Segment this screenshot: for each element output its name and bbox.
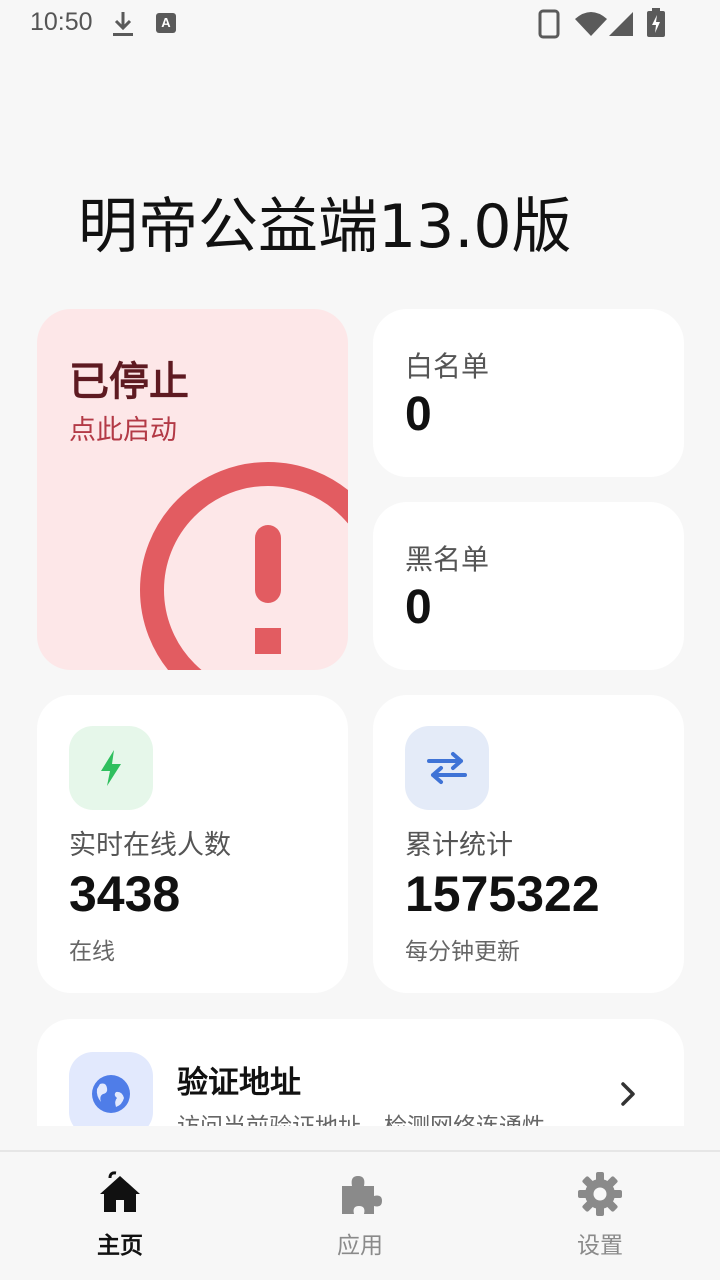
nav-settings-label: 设置 xyxy=(577,1233,623,1259)
status-bar: 10:50 A xyxy=(0,0,720,48)
whitelist-card[interactable]: 白名单 0 xyxy=(373,309,684,477)
status-card[interactable]: 已停止 点此启动 xyxy=(37,309,348,670)
blacklist-card[interactable]: 黑名单 0 xyxy=(373,502,684,670)
phone-icon xyxy=(538,9,560,39)
blacklist-label: 黑名单 xyxy=(405,543,490,576)
signal-icon xyxy=(609,12,633,36)
online-value: 3438 xyxy=(69,866,181,922)
online-icon-box xyxy=(69,726,153,810)
wifi-icon xyxy=(575,12,607,36)
home-icon xyxy=(100,1171,140,1212)
total-icon-box xyxy=(405,726,489,810)
page-title: 明帝公益端13.0版 xyxy=(78,192,572,262)
online-sub: 在线 xyxy=(69,939,115,965)
screen: 10:50 A 明帝公益端13.0版 已停止 点此启动 白名单 0 黑名单 0 … xyxy=(0,0,720,1280)
status-time: 10:50 xyxy=(30,8,93,36)
blacklist-count: 0 xyxy=(405,581,432,634)
total-value: 1575322 xyxy=(405,866,600,922)
battery-charging-icon xyxy=(647,8,665,37)
total-stat-card: 累计统计 1575322 每分钟更新 xyxy=(373,695,684,993)
nav-home[interactable]: 主页 xyxy=(0,1152,240,1280)
nav-home-label: 主页 xyxy=(97,1233,143,1259)
whitelist-label: 白名单 xyxy=(405,350,490,383)
status-title: 已停止 xyxy=(69,359,189,405)
swap-arrows-icon xyxy=(427,752,467,784)
globe-icon xyxy=(92,1075,130,1113)
total-sub: 每分钟更新 xyxy=(405,939,520,965)
verify-title: 验证地址 xyxy=(177,1065,301,1101)
a-notification-icon: A xyxy=(156,13,176,33)
nav-settings[interactable]: 设置 xyxy=(480,1152,720,1280)
online-stat-card: 实时在线人数 3438 在线 xyxy=(37,695,348,993)
nav-apps[interactable]: 应用 xyxy=(240,1152,480,1280)
status-start-hint: 点此启动 xyxy=(69,415,177,446)
puzzle-icon xyxy=(342,1176,382,1214)
download-icon xyxy=(113,12,133,36)
verify-description: 访问当前验证地址，检测网络连通性 xyxy=(177,1107,545,1126)
verify-icon-box xyxy=(69,1052,153,1126)
nav-apps-label: 应用 xyxy=(337,1233,383,1259)
online-label: 实时在线人数 xyxy=(69,830,231,861)
scroll-clip: 验证地址 访问当前验证地址，检测网络连通性 xyxy=(0,1000,720,1126)
whitelist-count: 0 xyxy=(405,388,432,441)
chevron-right-icon xyxy=(621,1082,635,1106)
bottom-nav: 主页 应用 设置 xyxy=(0,1150,720,1280)
total-label: 累计统计 xyxy=(405,830,513,861)
verify-card[interactable]: 验证地址 访问当前验证地址，检测网络连通性 xyxy=(37,1019,684,1126)
lightning-icon xyxy=(101,750,121,786)
gear-icon xyxy=(578,1172,622,1216)
